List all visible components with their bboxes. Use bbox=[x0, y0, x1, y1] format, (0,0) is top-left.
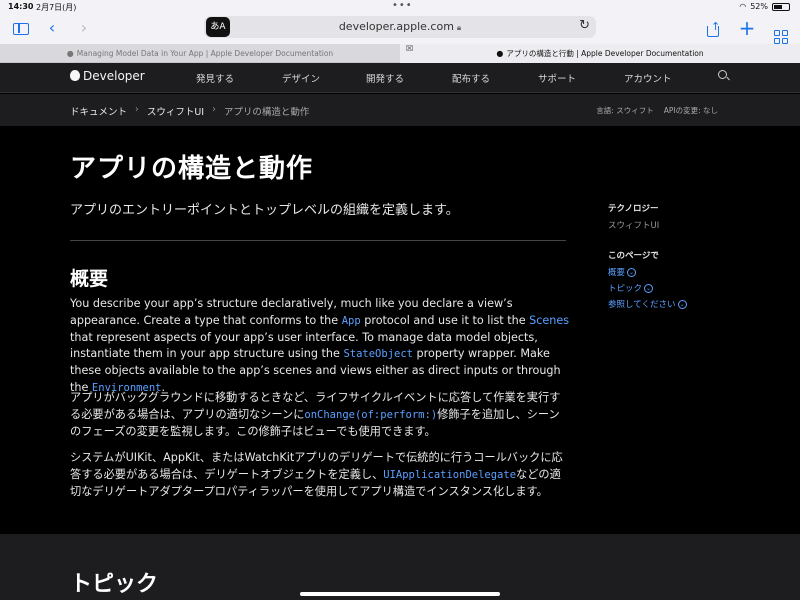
api-changes-toggle[interactable]: APIの変更: なし bbox=[664, 105, 718, 116]
link-label: 参照してください bbox=[608, 300, 676, 310]
on-this-page-heading: このページで bbox=[608, 251, 659, 261]
search-icon[interactable] bbox=[718, 70, 730, 82]
wifi-icon: ◠ bbox=[739, 2, 747, 11]
apple-logo-icon bbox=[70, 70, 80, 81]
nav-discover[interactable]: 発見する bbox=[196, 71, 234, 85]
url-text: developer.apple.com bbox=[338, 20, 454, 33]
apple-favicon-icon: ● bbox=[66, 49, 74, 58]
browser-toolbar: ‹ › あA developer.apple.com 🔒︎ ↻ ↑ + bbox=[0, 14, 800, 44]
url-display[interactable]: developer.apple.com 🔒︎ bbox=[204, 20, 596, 33]
chevron-right-icon: › bbox=[212, 104, 216, 115]
link-label: 概要 bbox=[608, 268, 626, 278]
language-selector[interactable]: 言語: スウィフト bbox=[596, 105, 653, 116]
nav-account[interactable]: アカウント bbox=[624, 71, 672, 85]
battery-percent: 52% bbox=[750, 2, 768, 11]
technology-heading: テクノロジー bbox=[608, 204, 659, 214]
onpage-link-see-also[interactable]: 参照してください ⌄ bbox=[608, 298, 687, 310]
home-indicator[interactable] bbox=[300, 592, 500, 596]
page-abstract: アプリのエントリーポイントとトップレベルの組織を定義します。 bbox=[70, 203, 459, 218]
tab-overview-icon[interactable] bbox=[772, 18, 790, 44]
lock-icon: 🔒︎ bbox=[456, 23, 462, 32]
new-tab-icon[interactable]: + bbox=[738, 18, 756, 38]
uiapplicationdelegate-link[interactable]: UIApplicationDelegate bbox=[383, 469, 516, 481]
tab-app-structure[interactable]: ● アプリの構造と行動 | Apple Developer Documentati… bbox=[400, 44, 800, 63]
chevron-down-circle-icon: ⌄ bbox=[644, 283, 654, 293]
breadcrumb-documentation[interactable]: ドキュメント bbox=[70, 104, 127, 118]
breadcrumb-meta: 言語: スウィフト APIの変更: なし bbox=[596, 105, 718, 116]
sidebar-toggle-icon[interactable] bbox=[12, 18, 30, 38]
back-icon[interactable]: ‹ bbox=[44, 18, 60, 38]
status-date: 2月7日(月) bbox=[36, 3, 77, 12]
status-right: ◠ 52% bbox=[739, 2, 790, 11]
nav-support[interactable]: サポート bbox=[538, 71, 576, 85]
overview-paragraph-1: You describe your app’s structure declar… bbox=[70, 296, 570, 397]
status-bar: 14:30 2月7日(月) ••• ◠ 52% bbox=[0, 0, 800, 14]
multitasking-dots-icon[interactable]: ••• bbox=[392, 0, 413, 11]
page-title: アプリの構造と動作 bbox=[70, 154, 314, 184]
onchange-link[interactable]: onChange(of:perform:) bbox=[304, 409, 437, 421]
address-bar[interactable]: あA developer.apple.com 🔒︎ ↻ bbox=[204, 16, 596, 38]
chevron-down-circle-icon: ⌄ bbox=[627, 267, 637, 277]
tab-managing-model-data[interactable]: ● Managing Model Data in Your App | Apple… bbox=[0, 44, 400, 63]
technology-value[interactable]: スウィフトUI bbox=[608, 219, 659, 231]
battery-icon bbox=[772, 2, 790, 11]
brand-label: Developer bbox=[83, 69, 145, 83]
divider bbox=[70, 240, 566, 241]
share-icon[interactable]: ↑ bbox=[704, 18, 722, 38]
breadcrumb-swiftui[interactable]: スウィフトUI bbox=[147, 104, 204, 118]
apple-favicon-icon: ● bbox=[496, 49, 504, 58]
text: protocol and use it to list the bbox=[360, 313, 530, 327]
reload-icon[interactable]: ↻ bbox=[579, 18, 590, 33]
breadcrumb: ドキュメント › スウィフトUI › アプリの構造と動作 bbox=[70, 104, 309, 118]
nav-develop[interactable]: 開発する bbox=[366, 71, 404, 85]
nav-distribute[interactable]: 配布する bbox=[452, 71, 490, 85]
topics-section: トピック bbox=[0, 534, 800, 600]
tab-title: Managing Model Data in Your App | Apple … bbox=[76, 49, 334, 58]
browser-chrome: 14:30 2月7日(月) ••• ◠ 52% ‹ › あA developer… bbox=[0, 0, 800, 44]
nav-design[interactable]: デザイン bbox=[282, 71, 320, 85]
overview-paragraph-2: アプリがバックグラウンドに移動するときなど、ライフサイクルイベントに応答して作業… bbox=[70, 390, 570, 440]
tab-title: アプリの構造と行動 | Apple Developer Documentatio… bbox=[506, 49, 704, 58]
forward-icon[interactable]: › bbox=[76, 18, 92, 38]
chevron-right-icon: › bbox=[135, 104, 139, 115]
developer-logo[interactable]: Developer bbox=[70, 69, 145, 83]
topics-heading: トピック bbox=[70, 572, 159, 597]
tab-strip: ● Managing Model Data in Your App | Apple… bbox=[0, 44, 800, 63]
breadcrumb-bar: ドキュメント › スウィフトUI › アプリの構造と動作 言語: スウィフト A… bbox=[0, 94, 800, 126]
breadcrumb-current: アプリの構造と動作 bbox=[223, 107, 310, 118]
app-protocol-link[interactable]: App bbox=[342, 315, 361, 327]
stateobject-link[interactable]: StateObject bbox=[343, 348, 413, 360]
status-time: 14:30 bbox=[8, 2, 34, 11]
tab-close-icon[interactable]: ☒ bbox=[406, 44, 413, 53]
onpage-link-overview[interactable]: 概要 ⌄ bbox=[608, 266, 637, 278]
overview-paragraph-3: システムがUIKit、AppKit、またはWatchKitアプリのデリゲートで伝… bbox=[70, 450, 570, 500]
overview-heading: 概要 bbox=[70, 268, 109, 290]
developer-nav: Developer 発見する デザイン 開発する 配布する サポート アカウント bbox=[0, 63, 800, 93]
link-label: トピック bbox=[608, 284, 643, 294]
onpage-link-topics[interactable]: トピック ⌄ bbox=[608, 282, 654, 294]
chevron-down-circle-icon: ⌄ bbox=[677, 299, 687, 309]
scenes-link[interactable]: Scenes bbox=[529, 314, 569, 327]
